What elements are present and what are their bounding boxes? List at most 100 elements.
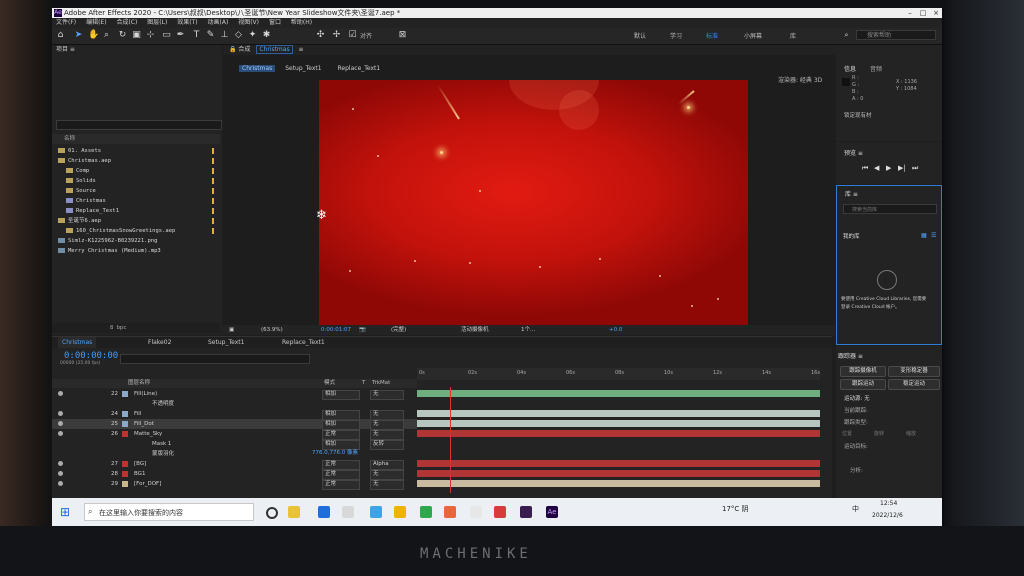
timeline-tab-christmas[interactable]: Christmas [58,337,97,348]
workspace-default[interactable]: 默认 [634,31,646,40]
workspace-learn[interactable]: 学习 [670,31,682,40]
option-rotation[interactable]: 旋转 [874,430,884,437]
layer-label-swatch[interactable] [122,471,128,477]
layer-name[interactable]: Fill_Dot [134,419,154,429]
last-frame-icon[interactable]: ⏭ [912,164,918,173]
column-trkmat[interactable]: TrkMat [372,379,390,388]
menu-window[interactable]: 窗口 [269,19,281,26]
qq-icon[interactable] [288,506,300,518]
project-item[interactable]: 圣诞节6.aep [52,216,220,226]
workspace-small-screen[interactable]: 小屏幕 [744,31,762,40]
timeline-current-time[interactable]: 0:00:00:00 [64,351,118,361]
roto-brush-icon[interactable]: ✦ [248,30,257,40]
axis-world-icon[interactable]: ✢ [332,30,341,40]
option-position[interactable]: 位置 [842,430,852,437]
type-tool-icon[interactable]: T [192,30,201,40]
layer-row[interactable]: 蒙版羽化 776.0,776.0 像素 [52,449,417,459]
layer-name[interactable]: 蒙版羽化 [152,449,174,459]
info-tab[interactable]: 信息 [844,64,856,73]
lock-icon[interactable]: 🔒 [229,46,238,53]
library-dropdown[interactable]: 我的库 [843,232,860,240]
composition-viewer[interactable] [319,80,748,329]
library-search-input[interactable]: 搜索当前库 [843,204,937,214]
label-color-swatch[interactable] [212,198,214,204]
layer-duration-bar[interactable] [417,410,820,417]
layer-mode-dropdown[interactable]: 正常 [322,480,360,490]
layer-row[interactable]: 27 [BG] 正常 Alpha [52,459,417,470]
project-item[interactable]: 01. Assets [52,146,220,156]
office-icon[interactable] [494,506,506,518]
label-color-swatch[interactable] [212,188,214,194]
rectangle-tool-icon[interactable]: ▭ [162,30,171,40]
menu-file[interactable]: 文件(F) [56,19,76,26]
label-color-swatch[interactable] [212,218,214,224]
zoom-dropdown[interactable]: (63.9%) [261,325,283,335]
visibility-eye-icon[interactable] [58,391,63,396]
label-color-swatch[interactable] [212,158,214,164]
clock-time[interactable]: 12:54 [880,500,897,507]
file-explorer-icon[interactable] [394,506,406,518]
resolution-dropdown[interactable]: (完整) [391,325,406,335]
menu-layer[interactable]: 图层(L) [147,19,167,26]
close-icon[interactable]: × [930,8,942,18]
exposure-value[interactable]: +0.0 [609,325,622,335]
layer-label-swatch[interactable] [122,431,128,437]
axis-local-icon[interactable]: ✣ [316,30,325,40]
column-mode[interactable]: 模式 [324,379,335,388]
option-scale[interactable]: 缩放 [906,430,916,437]
views-dropdown[interactable]: 1个... [521,325,535,335]
menu-help[interactable]: 帮助(H) [291,19,312,26]
playhead[interactable] [450,387,451,493]
hand-tool-icon[interactable]: ✋ [88,30,99,40]
mail-icon[interactable] [370,506,382,518]
bpc-indicator[interactable]: 8 bpc [52,323,220,333]
layer-name[interactable]: Matte_Sky [134,429,162,439]
project-item[interactable]: Christmas [52,196,220,206]
layer-duration-bar[interactable] [417,460,820,467]
layer-row[interactable]: 不透明度 [52,399,417,409]
layer-row[interactable]: 22 Fill(Line) 相加无 [52,389,417,400]
layer-duration-bar[interactable] [417,430,820,437]
project-item[interactable]: Source [52,186,220,196]
layer-name[interactable]: BG1 [134,469,145,479]
workspace-libraries[interactable]: 库 [790,31,796,40]
app-icon[interactable] [470,506,482,518]
pen-tool-icon[interactable]: ✒ [176,30,185,40]
menu-composition[interactable]: 合成(C) [116,19,137,26]
layer-label-swatch[interactable] [122,421,128,427]
browser-icon[interactable] [444,506,456,518]
align-label[interactable]: 对齐 [360,31,372,40]
visibility-eye-icon[interactable] [58,481,63,486]
project-item[interactable]: Simlz-K1225962-B0239221.png [52,236,220,246]
layer-label-swatch[interactable] [122,391,128,397]
timeline-tab-replace-text1[interactable]: Replace_Text1 [282,337,325,348]
stabilize-motion-button[interactable]: 稳定运动 [888,379,940,390]
menu-edit[interactable]: 编辑(E) [86,19,106,26]
timeline-tab-flake02[interactable]: Flake02 [148,337,171,348]
zoom-tool-icon[interactable]: ⌕ [102,30,111,40]
selection-tool-icon[interactable]: ➤ [74,30,83,40]
pan-behind-icon[interactable]: ⊹ [146,30,155,40]
workspace-standard[interactable]: 标准 [706,31,718,40]
rotate-tool-icon[interactable]: ↻ [118,30,127,40]
track-camera-button[interactable]: 跟踪摄像机 [840,366,886,377]
layer-mode-dropdown[interactable]: 776.0,776.0 像素 [310,450,372,458]
label-color-swatch[interactable] [212,178,214,184]
layer-name[interactable]: 不透明度 [152,399,174,409]
visibility-eye-icon[interactable] [58,421,63,426]
app-icon[interactable] [420,506,432,518]
puppet-pin-icon[interactable]: ✱ [262,30,271,40]
visibility-eye-icon[interactable] [58,461,63,466]
layer-search-input[interactable] [120,354,310,364]
layer-row[interactable]: Mask 1 相加 反转 [52,439,417,450]
label-color-swatch[interactable] [212,208,214,214]
breadcrumb-christmas[interactable]: Christmas [239,65,276,72]
layer-row[interactable]: 25 Fill_Dot 相加无 [52,419,417,430]
project-item[interactable]: Comp [52,166,220,176]
snap-checkbox-icon[interactable]: ☑ [348,30,357,40]
comp-tab-christmas[interactable]: Christmas [256,45,293,54]
warp-stabilizer-button[interactable]: 变形稳定器 [888,366,940,377]
first-frame-icon[interactable]: ⏮ [862,164,868,173]
renderer-label[interactable]: 渲染器: 经典 3D [778,75,822,84]
layer-duration-bar[interactable] [417,420,820,427]
